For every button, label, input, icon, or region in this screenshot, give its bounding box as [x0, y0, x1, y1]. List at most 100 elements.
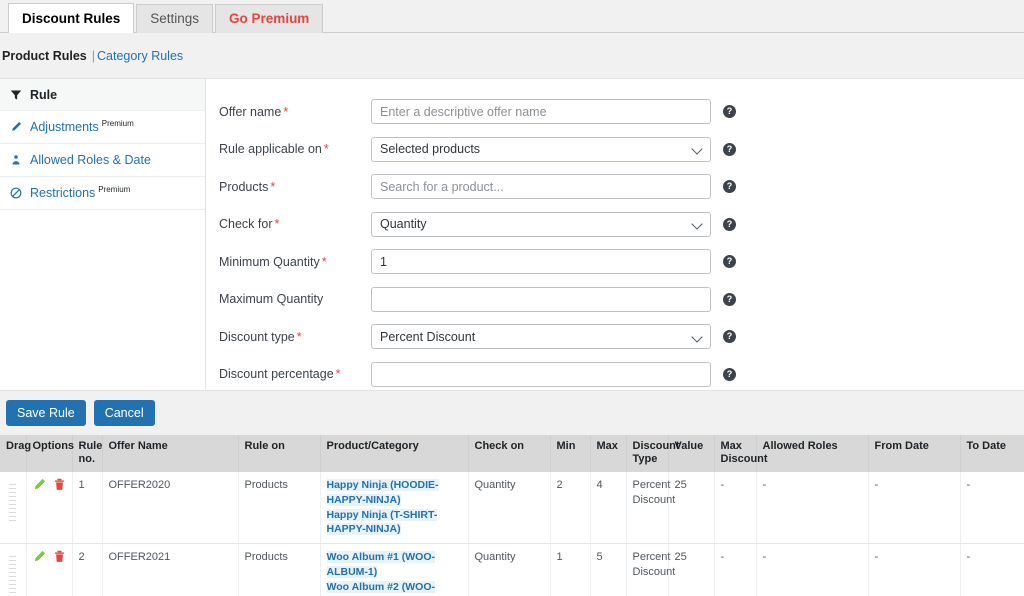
- column-header-rule-on: Rule on: [238, 435, 321, 472]
- required-asterisk: *: [274, 217, 280, 232]
- sidebar-item-label: Restrictions: [30, 186, 96, 200]
- options-cell: [26, 471, 73, 545]
- rule-sidebar: Rule Adjustments Premium Allowed Roles & Da…: [0, 79, 206, 390]
- label-discount-percentage: Discount percentage *: [206, 367, 371, 381]
- chevron-down-icon: [692, 143, 704, 155]
- breadcrumb-product-rules[interactable]: Product Rules: [2, 49, 87, 63]
- column-header-value: Value: [668, 435, 715, 472]
- cancel-button[interactable]: Cancel: [93, 400, 155, 426]
- help-icon[interactable]: ?: [723, 367, 736, 381]
- offer-name-cell: OFFER2020: [102, 471, 239, 545]
- sidebar-item-allowed-roles-date[interactable]: Allowed Roles & Date: [0, 144, 205, 177]
- table-row: 2 OFFER2021 Products Woo Album #1 (WOO-ALBU…: [0, 543, 1024, 596]
- drag-cell[interactable]: [0, 543, 27, 596]
- sidebar-item-label: Rule: [30, 87, 58, 102]
- input-maximum-quantity[interactable]: [371, 286, 711, 312]
- rule-on-cell: Products: [238, 543, 321, 596]
- input-discount-percentage[interactable]: [371, 361, 711, 387]
- rules-table-header-row: Drag Options Rule no. Offer Name Rule on Prod…: [0, 435, 1024, 472]
- column-header-min: Min: [550, 435, 591, 472]
- label-text: Discount type: [219, 329, 295, 344]
- tab-discount-rules[interactable]: Discount Rules: [8, 3, 135, 33]
- label-products: Products *: [206, 180, 371, 194]
- required-asterisk: *: [321, 254, 327, 269]
- column-header-offer-name: Offer Name: [102, 435, 239, 472]
- sidebar-item-label: Adjustments: [30, 120, 99, 134]
- product-link[interactable]: Happy Ninja (T-SHIRT-HAPPY-NINJA): [326, 508, 438, 536]
- label-text: Minimum Quantity: [219, 254, 320, 269]
- help-icon[interactable]: ?: [723, 292, 736, 306]
- sidebar-item-restrictions[interactable]: Restrictions Premium: [0, 177, 205, 210]
- breadcrumb: Product Rules | Category Rules: [0, 33, 1024, 78]
- value-cell: 25: [668, 471, 715, 545]
- save-rule-button[interactable]: Save Rule: [6, 400, 86, 426]
- column-header-max-discount: Max Discount: [714, 435, 768, 472]
- input-products[interactable]: [371, 174, 711, 200]
- label-text: Check for: [219, 217, 273, 232]
- rules-table-head: Drag Options Rule no. Offer Name Rule on Prod…: [0, 435, 1024, 472]
- required-asterisk: *: [283, 104, 289, 119]
- help-icon[interactable]: ?: [723, 180, 736, 194]
- select-discount-type[interactable]: Percent Discount: [371, 324, 711, 350]
- label-text: Maximum Quantity: [219, 292, 324, 307]
- help-icon[interactable]: ?: [723, 142, 736, 156]
- label-text: Products: [219, 179, 269, 194]
- column-header-options: Options: [26, 435, 74, 472]
- select-rule-applicable-on[interactable]: Selected products: [371, 136, 711, 162]
- help-icon[interactable]: ?: [723, 330, 736, 344]
- label-discount-type: Discount type *: [206, 330, 371, 344]
- product-link[interactable]: Woo Album #1 (WOO-ALBUM-1): [326, 551, 435, 579]
- edit-pencil-icon[interactable]: [33, 478, 46, 496]
- product-category-cell: Happy Ninja (HOODIE-HAPPY-NINJA) Happy Ni…: [320, 471, 469, 545]
- help-icon[interactable]: ?: [723, 217, 736, 231]
- product-link[interactable]: Happy Ninja (HOODIE-HAPPY-NINJA): [326, 478, 439, 506]
- select-value: Percent Discount: [380, 329, 476, 344]
- column-header-from-date: From Date: [868, 435, 961, 472]
- offer-name-cell: OFFER2021: [102, 543, 239, 596]
- chevron-down-icon: [692, 218, 704, 230]
- breadcrumb-category-rules[interactable]: Category Rules: [97, 49, 183, 63]
- delete-trash-icon[interactable]: [53, 478, 66, 496]
- column-header-check-on: Check on: [468, 435, 551, 472]
- rules-table-body: 1 OFFER2020 Products Happy Ninja (HOODIE-HA…: [0, 471, 1024, 596]
- drag-handle-icon[interactable]: [9, 556, 16, 596]
- required-asterisk: *: [335, 367, 341, 382]
- edit-pencil-icon[interactable]: [33, 550, 46, 568]
- form-row-check-for: Check for * Quantity?: [206, 206, 1024, 244]
- pencil-icon: [10, 121, 28, 133]
- select-value: Quantity: [380, 217, 427, 232]
- input-offer-name[interactable]: [371, 99, 711, 125]
- to-date-cell: -: [960, 471, 1024, 545]
- from-date-cell: -: [868, 471, 961, 545]
- rule-form: Offer name*?Rule applicable on*Selected …: [206, 79, 1024, 390]
- control-products: [371, 174, 711, 200]
- control-check-for: Quantity: [371, 211, 711, 237]
- max-cell: 4: [590, 471, 627, 545]
- tab-go-premium[interactable]: Go Premium: [215, 4, 324, 33]
- delete-trash-icon[interactable]: [53, 550, 66, 568]
- table-row: 1 OFFER2020 Products Happy Ninja (HOODIE-HA…: [0, 471, 1024, 545]
- select-check-for[interactable]: Quantity: [371, 211, 711, 237]
- premium-badge: Premium: [101, 118, 134, 128]
- form-row-maximum-quantity: Maximum Quantity?: [206, 281, 1024, 319]
- product-category-cell: Woo Album #1 (WOO-ALBUM-1) Woo Album #2 (…: [320, 543, 469, 596]
- product-link[interactable]: Woo Album #2 (WOO-ALBUM-2): [326, 581, 435, 596]
- drag-cell[interactable]: [0, 471, 27, 545]
- premium-badge: Premium: [98, 184, 131, 194]
- tab-settings[interactable]: Settings: [136, 4, 214, 33]
- input-minimum-quantity[interactable]: [371, 249, 711, 275]
- label-check-for: Check for *: [206, 217, 371, 231]
- ban-icon: [10, 187, 28, 199]
- sidebar-item-rule[interactable]: Rule: [0, 79, 205, 111]
- breadcrumb-separator: |: [91, 48, 95, 63]
- help-icon[interactable]: ?: [723, 105, 736, 119]
- label-offer-name: Offer name *: [206, 105, 371, 119]
- sidebar-item-adjustments[interactable]: Adjustments Premium: [0, 111, 205, 144]
- drag-handle-icon[interactable]: [9, 483, 16, 524]
- column-header-to-date: To Date: [960, 435, 1024, 472]
- rules-table: Drag Options Rule no. Offer Name Rule on Prod…: [0, 435, 1024, 596]
- control-discount-percentage: [371, 361, 711, 387]
- form-row-products: Products*?: [206, 168, 1024, 206]
- rules-table-wrapper: Drag Options Rule no. Offer Name Rule on Prod…: [0, 435, 1024, 596]
- help-icon[interactable]: ?: [723, 255, 736, 269]
